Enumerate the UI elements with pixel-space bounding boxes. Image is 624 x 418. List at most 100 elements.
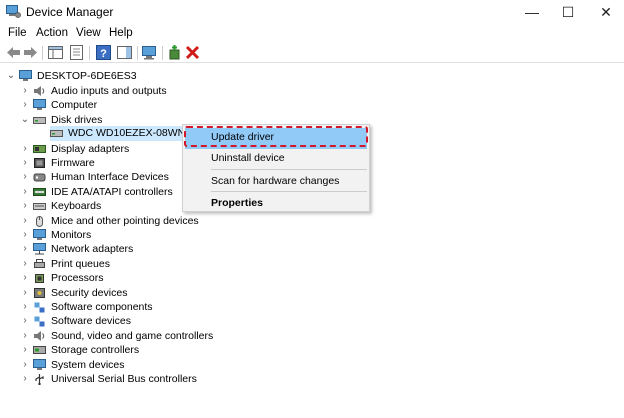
scan-hardware-icon[interactable] (141, 44, 158, 61)
chevron-right-icon[interactable]: › (20, 98, 30, 112)
forward-arrow-icon[interactable] (22, 44, 39, 61)
sound-icon (34, 330, 45, 341)
display-adapter-icon (33, 144, 46, 153)
back-arrow-icon[interactable] (5, 44, 22, 61)
tree-item-label: System devices (51, 358, 125, 371)
menu-bar: File Action View Help (0, 24, 624, 43)
device-tree: ⌄ DESKTOP-6DE6ES3 › Audio inputs and outp… (0, 64, 624, 418)
chevron-right-icon[interactable]: › (20, 300, 30, 314)
maximize-button[interactable]: ☐ (550, 0, 586, 24)
usb-icon (35, 374, 44, 385)
tree-item-storage-controllers[interactable]: › Storage controllers (20, 343, 280, 357)
menu-file[interactable]: File (8, 27, 27, 39)
tree-item-label: Disk drives (51, 113, 103, 126)
mouse-icon (36, 215, 43, 227)
chevron-right-icon[interactable]: › (20, 242, 30, 256)
chevron-right-icon[interactable]: › (20, 185, 30, 199)
window-title: Device Manager (26, 5, 114, 19)
tree-item-disk-drive-child[interactable]: WDC WD10EZEX-08WN4A0 (37, 126, 204, 140)
speaker-icon (34, 86, 45, 96)
firmware-icon (34, 158, 45, 168)
uninstall-device-menu-item[interactable]: Uninstall device (211, 152, 285, 164)
chevron-down-icon[interactable]: ⌄ (20, 113, 30, 127)
tree-item-print-queues[interactable]: › Print queues (20, 257, 280, 271)
security-device-icon (34, 287, 45, 298)
chevron-right-icon[interactable]: › (20, 343, 30, 357)
hid-icon (33, 173, 46, 182)
toolbar-separator (162, 46, 163, 60)
computer-icon (33, 99, 46, 111)
tree-item-audio-inputs-and-outputs[interactable]: › Audio inputs and outputs (20, 84, 280, 98)
minimize-button[interactable]: — (514, 0, 550, 24)
tree-item-label: Print queues (51, 257, 110, 270)
tree-item-label: Computer (51, 99, 98, 112)
tree-item-label: Display adapters (51, 142, 130, 155)
menu-help[interactable]: Help (109, 27, 133, 39)
toolbar-separator (42, 46, 43, 60)
add-driver-icon[interactable] (166, 44, 183, 61)
chevron-right-icon[interactable]: › (20, 329, 30, 343)
monitor-icon (33, 229, 46, 240)
computer-icon (19, 70, 32, 81)
menu-action[interactable]: Action (36, 27, 68, 39)
tree-item-computer[interactable]: › Computer (20, 98, 280, 112)
menu-view[interactable]: View (76, 27, 101, 39)
tree-item-label: Firmware (51, 157, 95, 169)
tree-item-sound-video-and-game-controllers[interactable]: › Sound, video and game controllers (20, 329, 280, 343)
tree-item-label: Security devices (51, 286, 128, 299)
tree-root[interactable]: ⌄ DESKTOP-6DE6ES3 (6, 69, 206, 83)
tree-item-label: Monitors (51, 229, 92, 241)
tree-item-software-devices[interactable]: › Software devices (20, 314, 280, 328)
tree-item-label: Storage controllers (51, 344, 140, 357)
help-icon[interactable]: ? (95, 44, 112, 61)
keyboard-icon (33, 203, 46, 211)
printer-icon (34, 258, 45, 268)
tree-item-security-devices[interactable]: › Security devices (20, 286, 280, 300)
tree-item-processors[interactable]: › Processors (20, 271, 280, 285)
chevron-right-icon[interactable]: › (20, 156, 30, 170)
chevron-right-icon[interactable]: › (20, 199, 30, 213)
properties-icon[interactable] (68, 44, 85, 61)
software-component-icon (34, 302, 45, 313)
chevron-right-icon[interactable]: › (20, 314, 30, 328)
processor-icon (35, 274, 44, 284)
tree-item-monitors[interactable]: › Monitors (20, 228, 280, 242)
annotation-highlight (184, 126, 368, 147)
disk-drive-icon (33, 116, 46, 124)
title-bar: Device Manager — ☐ ✕ (0, 0, 624, 24)
scan-hardware-menu-item[interactable]: Scan for hardware changes (211, 175, 339, 187)
uninstall-icon[interactable] (184, 44, 201, 61)
tree-item-universal-serial-bus-controllers[interactable]: › Universal Serial Bus controllers (20, 372, 280, 386)
tree-item-label: Software components (51, 301, 153, 313)
tree-item-network-adapters[interactable]: › Network adapters (20, 242, 280, 256)
chevron-right-icon[interactable]: › (20, 214, 30, 228)
software-device-icon (34, 316, 45, 327)
svg-text:?: ? (100, 48, 107, 60)
tree-item-label: Universal Serial Bus controllers (51, 373, 197, 385)
properties-menu-item[interactable]: Properties (211, 197, 263, 209)
tree-item-system-devices[interactable]: › System devices (20, 358, 280, 372)
tree-item-mice-and-other-pointing-devices[interactable]: › Mice and other pointing devices (20, 214, 280, 228)
chevron-right-icon[interactable]: › (20, 271, 30, 285)
toolbar-separator (137, 46, 138, 60)
chevron-right-icon[interactable]: › (20, 228, 30, 242)
chevron-right-icon[interactable]: › (20, 286, 30, 300)
chevron-right-icon[interactable]: › (20, 358, 30, 372)
system-device-icon (33, 358, 46, 370)
chevron-right-icon[interactable]: › (20, 372, 30, 386)
context-menu-separator (211, 191, 367, 192)
device-manager-icon (6, 5, 21, 18)
tree-item-software-components[interactable]: › Software components (20, 300, 280, 314)
chevron-right-icon[interactable]: › (20, 84, 30, 98)
context-menu-separator (211, 169, 367, 170)
close-button[interactable]: ✕ (588, 0, 624, 24)
action-pane-icon[interactable] (116, 44, 133, 61)
chevron-right-icon[interactable]: › (20, 142, 30, 156)
chevron-right-icon[interactable]: › (20, 257, 30, 271)
chevron-down-icon[interactable]: ⌄ (6, 69, 16, 83)
tree-item-label: Keyboards (51, 200, 102, 213)
tree-root-label: DESKTOP-6DE6ES3 (37, 70, 137, 82)
show-hide-console-tree-icon[interactable] (47, 44, 64, 61)
tree-item-label: Mice and other pointing devices (51, 214, 199, 227)
chevron-right-icon[interactable]: › (20, 170, 30, 184)
